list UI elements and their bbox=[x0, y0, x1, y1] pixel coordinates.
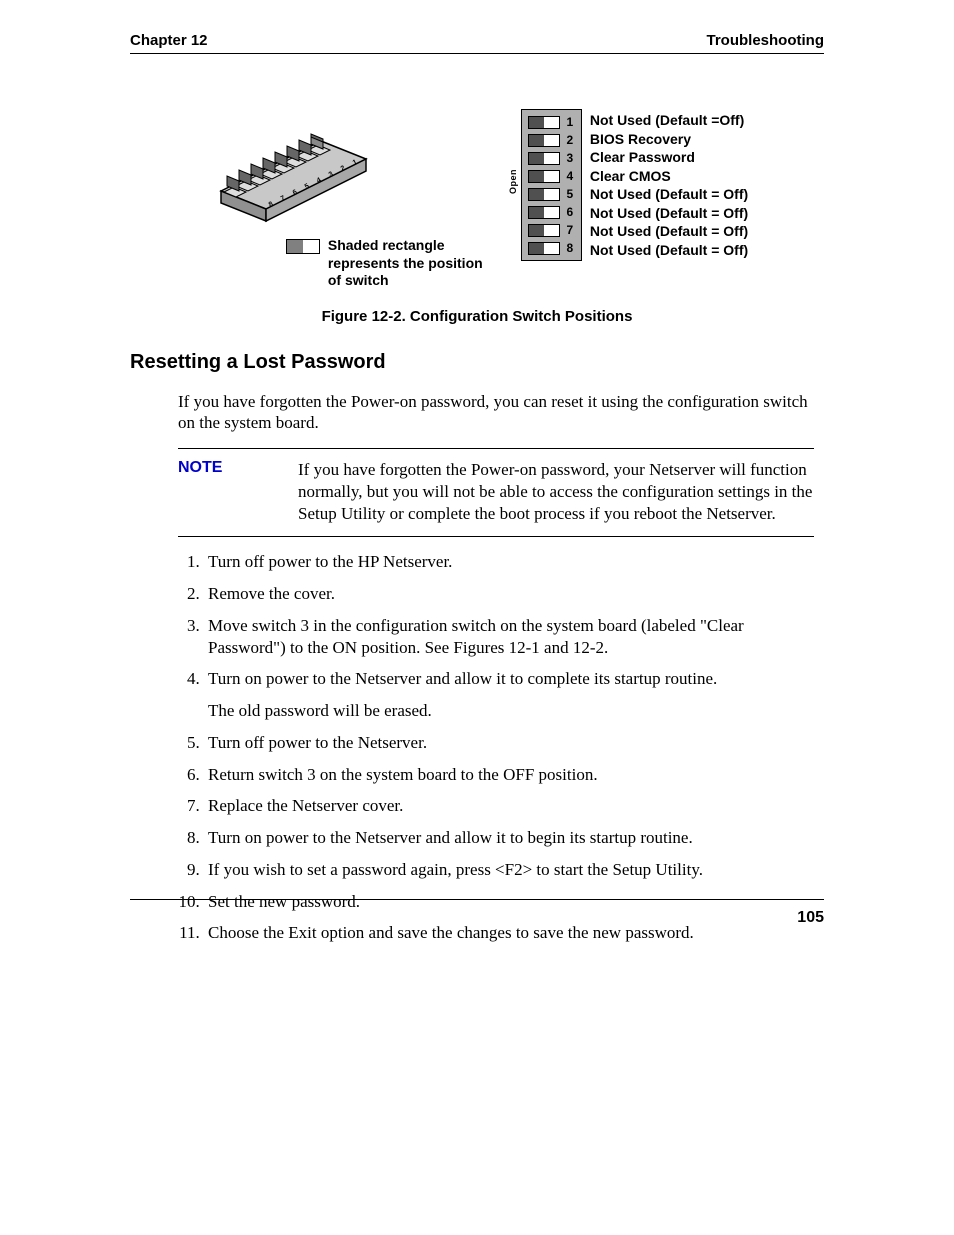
switch-chip-icon bbox=[528, 224, 560, 237]
switch-label: Clear Password bbox=[590, 150, 748, 165]
switch-row: 5 bbox=[528, 187, 575, 201]
steps-list: Turn off power to the HP Netserver. Remo… bbox=[178, 551, 814, 944]
switch-label: Not Used (Default = Off) bbox=[590, 224, 748, 239]
switch-chip-icon bbox=[528, 170, 560, 183]
list-item: Set the new password. bbox=[204, 891, 814, 913]
figure-block: 1 2 3 4 5 6 7 8 Shaded rectangle repres bbox=[130, 109, 824, 325]
switch-chip-icon bbox=[528, 134, 560, 147]
switch-labels: Not Used (Default =Off) BIOS Recovery Cl… bbox=[590, 109, 748, 257]
running-header: Chapter 12 Troubleshooting bbox=[130, 32, 824, 54]
note-box: NOTE If you have forgotten the Power-on … bbox=[178, 448, 814, 537]
switch-label: Not Used (Default =Off) bbox=[590, 113, 748, 128]
legend: Shaded rectangle represents the position… bbox=[286, 237, 488, 290]
list-item: If you wish to set a password again, pre… bbox=[204, 859, 814, 881]
switch-label: Not Used (Default = Off) bbox=[590, 206, 748, 221]
legend-chip-icon bbox=[286, 239, 320, 254]
switch-row: 7 bbox=[528, 223, 575, 237]
note-text: If you have forgotten the Power-on passw… bbox=[298, 459, 814, 524]
list-item: Choose the Exit option and save the chan… bbox=[204, 922, 814, 944]
switch-row: 8 bbox=[528, 241, 575, 255]
footer-rule bbox=[130, 899, 824, 900]
switch-chip-icon bbox=[528, 242, 560, 255]
list-item: Turn off power to the HP Netserver. bbox=[204, 551, 814, 573]
switch-chip-icon bbox=[528, 116, 560, 129]
switch-chip-icon bbox=[528, 206, 560, 219]
switch-row: 4 bbox=[528, 169, 575, 183]
switch-label: Not Used (Default = Off) bbox=[590, 243, 748, 258]
page-number: 105 bbox=[797, 909, 824, 927]
list-item: Remove the cover. bbox=[204, 583, 814, 605]
switch-row: 1 bbox=[528, 115, 575, 129]
figure-caption: Figure 12-2. Configuration Switch Positi… bbox=[130, 308, 824, 325]
list-item: Turn off power to the Netserver. bbox=[204, 732, 814, 754]
switch-label: Not Used (Default = Off) bbox=[590, 187, 748, 202]
list-item: Turn on power to the Netserver and allow… bbox=[204, 827, 814, 849]
list-item: Replace the Netserver cover. bbox=[204, 795, 814, 817]
switch-box: 1 2 3 4 5 6 7 8 bbox=[521, 109, 582, 261]
switch-chip-icon bbox=[528, 152, 560, 165]
switch-diagram: Open 1 2 3 4 5 6 7 8 Not Used (Default =… bbox=[508, 109, 748, 261]
switch-row: 6 bbox=[528, 205, 575, 219]
open-label: Open bbox=[508, 169, 518, 194]
header-left: Chapter 12 bbox=[130, 32, 208, 49]
list-item: Turn on power to the Netserver and allow… bbox=[204, 668, 814, 722]
switch-chip-icon bbox=[528, 188, 560, 201]
header-right: Troubleshooting bbox=[707, 32, 825, 49]
switch-row: 2 bbox=[528, 133, 575, 147]
list-item: Move switch 3 in the configuration switc… bbox=[204, 615, 814, 659]
switch-row: 3 bbox=[528, 151, 575, 165]
legend-text: Shaded rectangle represents the position… bbox=[328, 237, 488, 290]
intro-paragraph: If you have forgotten the Power-on passw… bbox=[178, 391, 814, 435]
dip-switch-isometric-icon: 1 2 3 4 5 6 7 8 bbox=[206, 109, 376, 229]
switch-label: BIOS Recovery bbox=[590, 132, 748, 147]
list-item: Return switch 3 on the system board to t… bbox=[204, 764, 814, 786]
note-label: NOTE bbox=[178, 459, 238, 524]
section-heading: Resetting a Lost Password bbox=[130, 351, 824, 374]
switch-label: Clear CMOS bbox=[590, 169, 748, 184]
page: Chapter 12 Troubleshooting bbox=[0, 0, 954, 1235]
